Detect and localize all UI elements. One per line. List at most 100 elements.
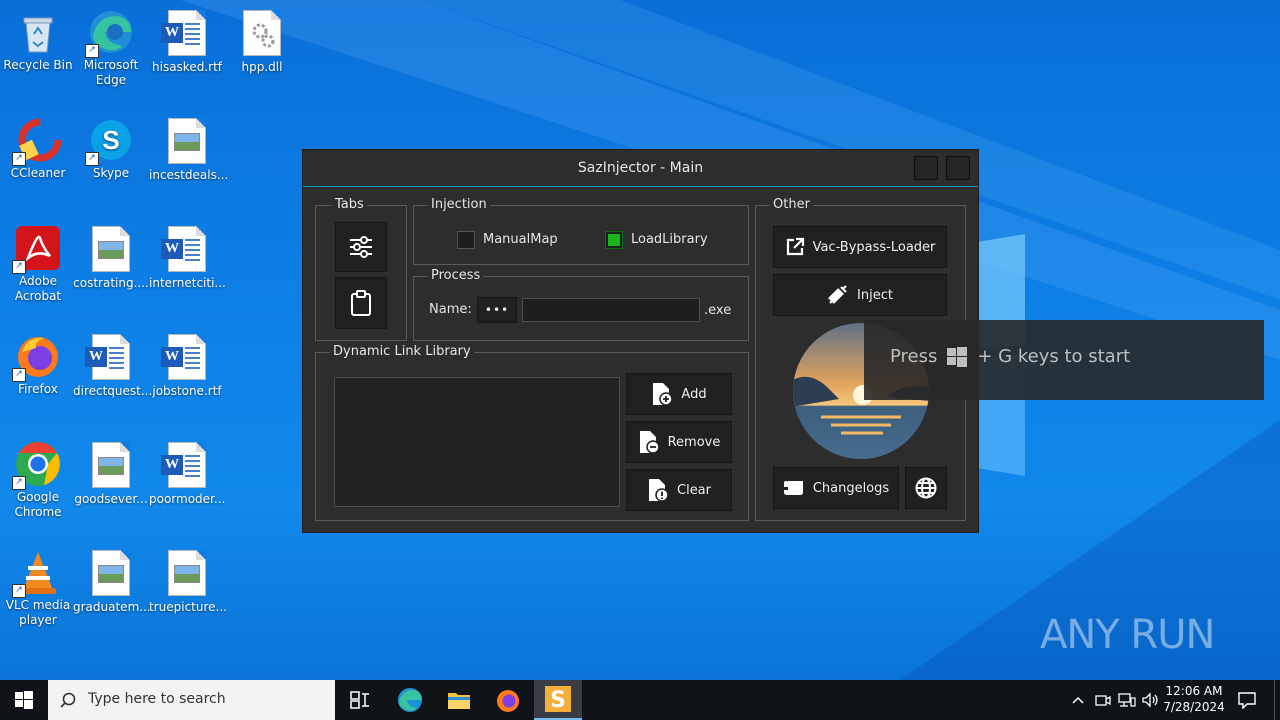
desktop-icon-label: incestdeals... [149, 168, 229, 182]
window-title: SazInjector - Main [577, 160, 704, 176]
desktop-icon-firefox[interactable]: ↗ Firefox [0, 332, 76, 397]
taskbar: Type here to search S 12:06 AM 7/28/2024 [0, 680, 1280, 720]
dll-listbox[interactable] [334, 377, 620, 507]
loadlibrary-label[interactable]: LoadLibrary [631, 232, 708, 247]
desktop-icon-recycle-bin[interactable]: Recycle Bin [0, 8, 76, 73]
changelogs-button[interactable]: Changelogs [773, 467, 899, 509]
loadlibrary-checkbox[interactable] [605, 231, 623, 249]
desktop-icon-label: graduatem... [73, 600, 151, 614]
desktop-icon-skype[interactable]: S ↗ Skype [73, 116, 149, 181]
word-doc-icon: W [161, 10, 211, 58]
start-button[interactable] [0, 680, 48, 720]
edge-icon: ↗ [85, 8, 135, 58]
chrome-icon: ↗ [12, 440, 62, 490]
desktop-icon-directquest[interactable]: W directquest... [73, 332, 153, 399]
tray-time: 12:06 AM [1165, 684, 1223, 698]
tabs-group: Tabs [315, 196, 407, 341]
external-link-icon [786, 237, 804, 256]
desktop-icon-label: goodsever... [74, 492, 148, 506]
dll-file-icon [238, 10, 286, 58]
file-remove-icon [639, 431, 660, 454]
taskbar-edge[interactable] [387, 680, 433, 720]
manualmap-label[interactable]: ManualMap [483, 232, 558, 247]
desktop-icon-internetciti[interactable]: W internetciti... [149, 224, 226, 291]
gamebar-toast: Press + G keys to start [864, 320, 1264, 400]
folder-icon [448, 693, 470, 709]
inject-button[interactable]: Inject [773, 274, 947, 316]
volume-button[interactable] [1140, 680, 1162, 720]
exe-suffix-label: .exe [704, 303, 732, 318]
desktop-icon-jobstone[interactable]: W jobstone.rtf [149, 332, 225, 399]
desktop-icon-hisasked[interactable]: W hisasked.rtf [149, 8, 225, 75]
word-doc-icon: W [85, 334, 135, 382]
syringe-icon [828, 285, 847, 304]
word-doc-icon: W [161, 334, 211, 382]
scroll-icon [783, 481, 803, 495]
tray-clock[interactable]: 12:06 AM 7/28/2024 [1162, 684, 1226, 714]
manualmap-checkbox[interactable] [457, 231, 475, 249]
meet-now-button[interactable] [1093, 680, 1113, 720]
desktop-icon-label: Google Chrome [14, 490, 62, 519]
settings-tab-button[interactable] [335, 222, 387, 272]
clipboard-tab-button[interactable] [335, 277, 387, 329]
image-file-icon [87, 550, 135, 598]
vac-bypass-loader-button[interactable]: Vac-Bypass-Loader [773, 226, 947, 268]
speaker-icon [1142, 692, 1158, 708]
firefox-icon: ↗ [12, 332, 62, 382]
add-dll-button[interactable]: Add [626, 373, 732, 415]
clear-dll-button[interactable]: Clear [626, 469, 732, 511]
desktop-icon-goodsever[interactable]: goodsever... [73, 440, 149, 507]
acrobat-icon: ↗ [12, 224, 62, 274]
desktop-icon-label: Adobe Acrobat [14, 274, 62, 303]
taskbar-search-box[interactable]: Type here to search [48, 680, 335, 720]
show-desktop-button[interactable] [1274, 680, 1280, 720]
network-button[interactable] [1116, 680, 1138, 720]
search-icon [60, 692, 76, 708]
add-label: Add [681, 386, 707, 402]
task-view-icon [350, 691, 369, 709]
website-button[interactable] [905, 467, 947, 509]
process-group: Process Name: ••• .exe [413, 267, 749, 341]
dll-group-label: Dynamic Link Library [330, 343, 474, 361]
desktop-icon-label: costrating.... [73, 276, 149, 290]
desktop-icon-vlc[interactable]: ↗ VLC media player [0, 548, 76, 628]
search-placeholder: Type here to search [88, 691, 226, 707]
close-button[interactable] [946, 156, 970, 180]
desktop-icon-microsoft-edge[interactable]: ↗ Microsoft Edge [73, 8, 149, 88]
injection-group-label: Injection [428, 196, 490, 214]
desktop-icon-adobe-acrobat[interactable]: ↗ Adobe Acrobat [0, 224, 76, 304]
desktop-icon-google-chrome[interactable]: ↗ Google Chrome [0, 440, 76, 520]
minimize-button[interactable] [914, 156, 938, 180]
svg-text:S: S [550, 688, 566, 712]
desktop-icon-ccleaner[interactable]: ↗ CCleaner [0, 116, 76, 181]
desktop-icon-label: hisasked.rtf [152, 60, 222, 74]
image-file-icon [87, 226, 135, 274]
remove-label: Remove [667, 434, 721, 450]
firefox-icon [497, 690, 519, 712]
taskbar-file-explorer[interactable] [436, 680, 482, 720]
desktop-icon-hpp-dll[interactable]: hpp.dll [224, 8, 300, 75]
process-group-label: Process [428, 267, 484, 285]
desktop-icon-graduatem[interactable]: graduatem... [73, 548, 151, 615]
desktop-icon-truepicture[interactable]: truepicture... [149, 548, 227, 615]
ccleaner-icon: ↗ [12, 116, 62, 166]
show-hidden-icons-button[interactable] [1068, 680, 1088, 720]
remove-dll-button[interactable]: Remove [626, 421, 732, 463]
browse-process-button[interactable]: ••• [477, 297, 517, 323]
dll-group: Dynamic Link Library Add Remove Clear [315, 343, 749, 521]
skype-icon: S ↗ [85, 116, 135, 166]
desktop-icon-label: directquest... [73, 384, 153, 398]
image-file-icon [87, 442, 135, 490]
desktop-icon-incestdeals[interactable]: incestdeals... [149, 116, 229, 183]
taskbar-firefox[interactable] [485, 680, 531, 720]
process-name-input[interactable] [522, 298, 700, 322]
notification-center-button[interactable] [1232, 680, 1262, 720]
window-titlebar[interactable]: SazInjector - Main [303, 150, 978, 187]
changelogs-label: Changelogs [812, 480, 890, 496]
taskbar-sazinjector[interactable]: S [534, 680, 582, 720]
desktop-icon-label: Microsoft Edge [83, 58, 139, 87]
task-view-button[interactable] [337, 680, 383, 720]
desktop-icon-poormoder[interactable]: W poormoder... [149, 440, 225, 507]
desktop-icon-costrating[interactable]: costrating.... [73, 224, 149, 291]
inject-label: Inject [857, 287, 893, 303]
